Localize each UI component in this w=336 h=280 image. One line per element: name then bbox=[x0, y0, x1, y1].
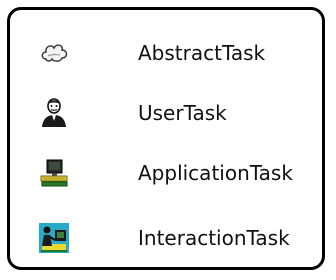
legend-item-label: UserTask bbox=[138, 101, 227, 125]
legend-item-label: ApplicationTask bbox=[138, 161, 293, 185]
task-type-legend: AbstractTask UserTask ApplicationTask In… bbox=[7, 7, 325, 270]
legend-item-label: AbstractTask bbox=[138, 41, 266, 65]
user-computer-icon bbox=[38, 222, 70, 254]
legend-item-label: InteractionTask bbox=[138, 226, 290, 250]
legend-item-interaction-task: InteractionTask bbox=[10, 218, 322, 258]
computer-icon bbox=[38, 157, 70, 189]
legend-item-user-task: UserTask bbox=[10, 93, 322, 133]
legend-item-abstract-task: AbstractTask bbox=[10, 33, 322, 73]
cloud-icon bbox=[38, 37, 70, 69]
legend-item-application-task: ApplicationTask bbox=[10, 153, 322, 193]
user-icon bbox=[38, 97, 70, 129]
